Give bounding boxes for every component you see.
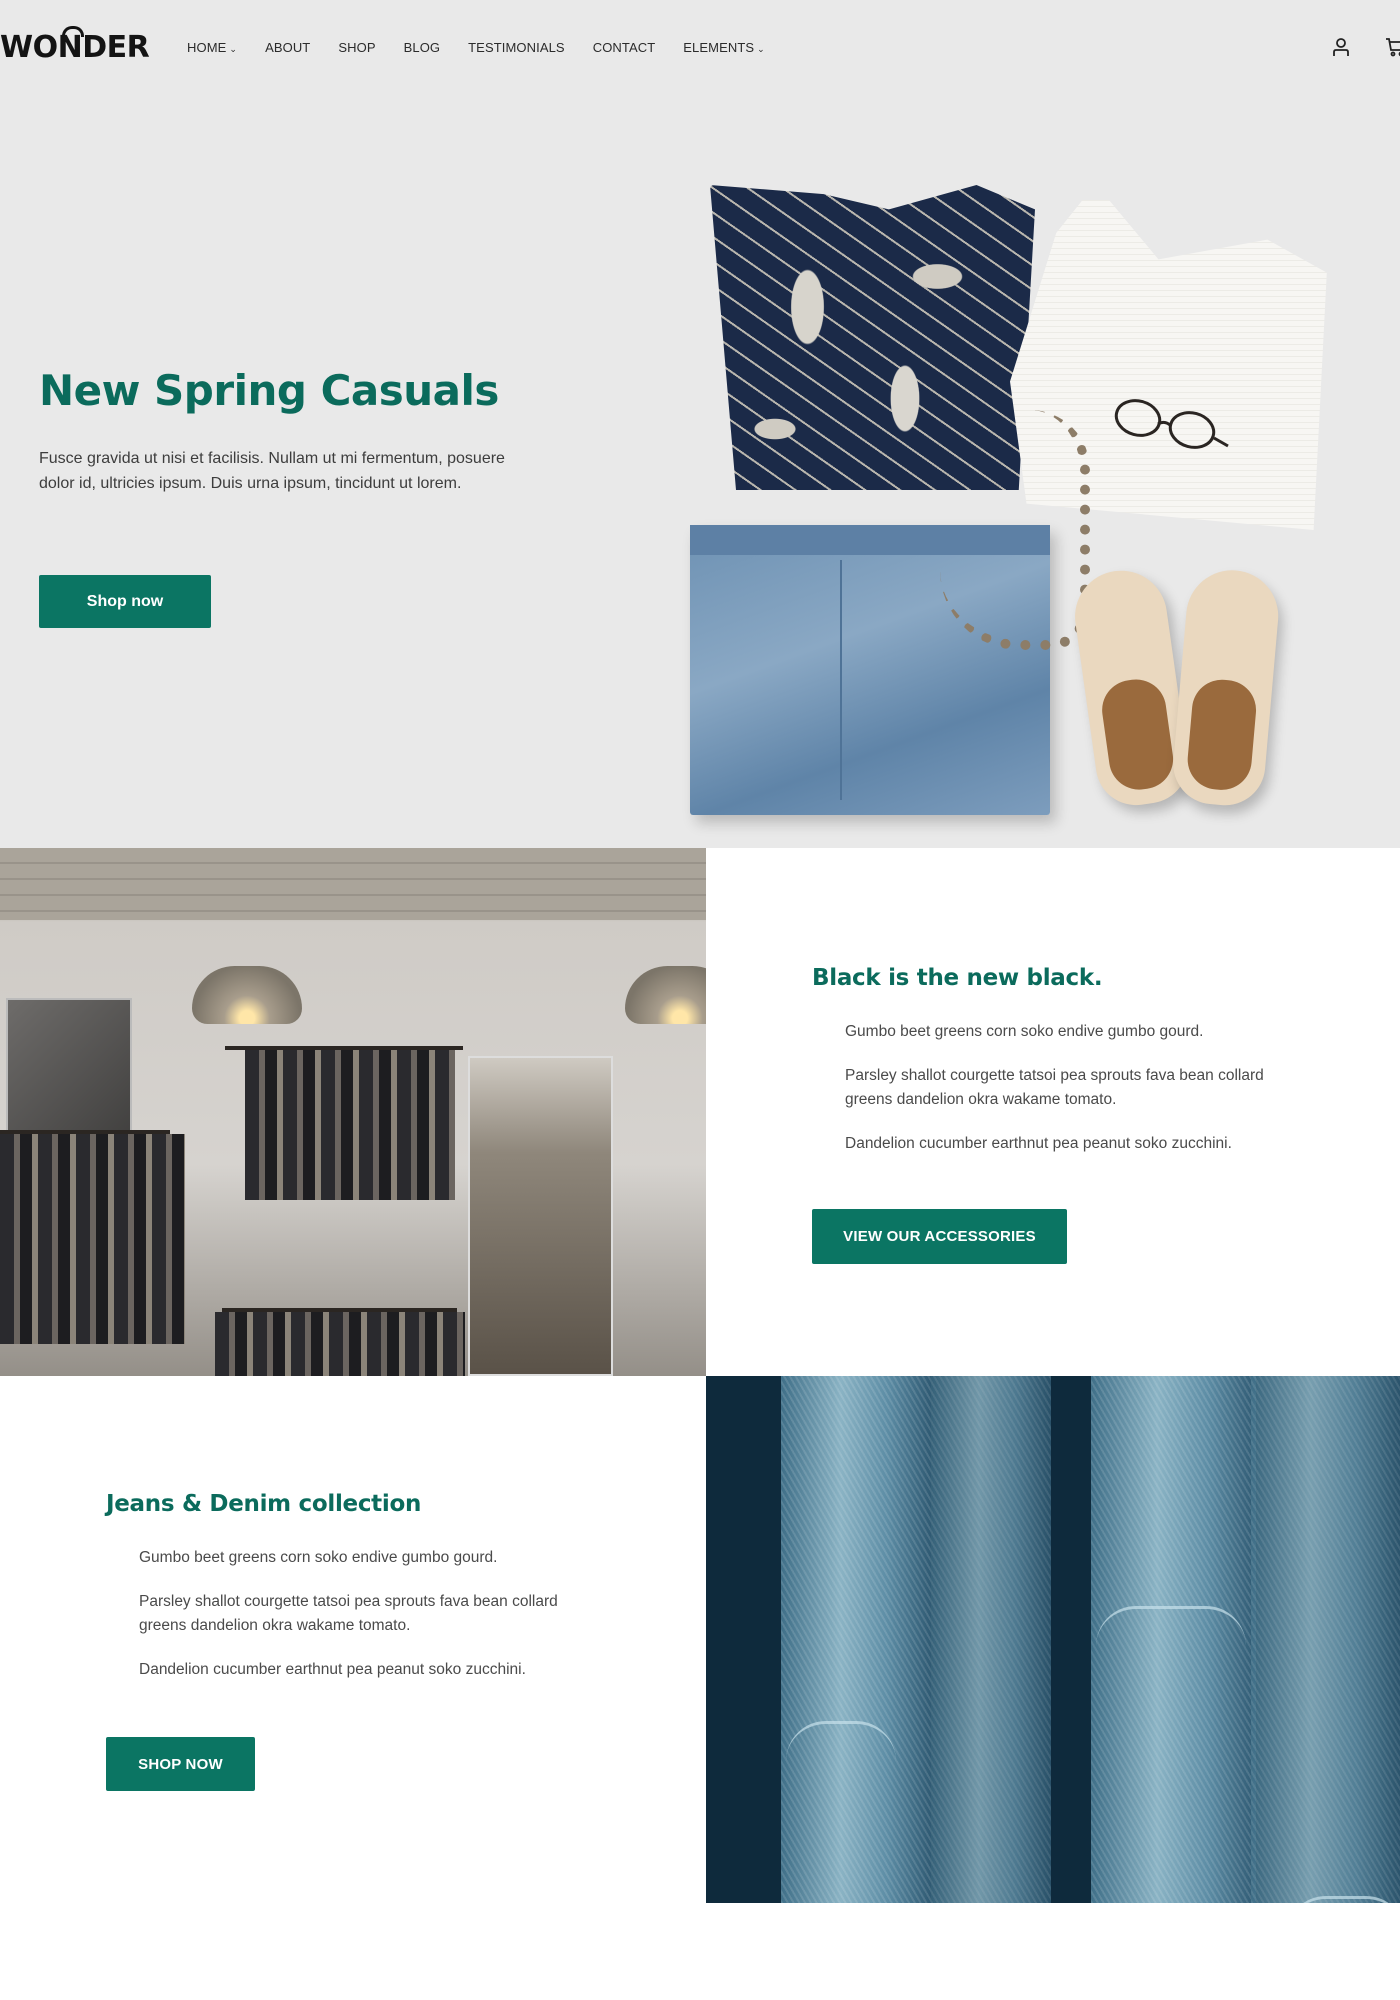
user-icon[interactable] <box>1330 36 1352 58</box>
nav-item-about[interactable]: ABOUT <box>265 38 310 58</box>
section-title: Black is the new black. <box>812 965 1103 991</box>
logo[interactable]: WONDER <box>0 26 150 68</box>
logo-mark-icon: N <box>58 26 84 68</box>
nav-label: CONTACT <box>592 40 656 55</box>
ceiling <box>0 848 706 920</box>
nav-label: ELEMENTS <box>683 40 755 55</box>
list-item: Gumbo beet greens corn soko endive gumbo… <box>139 1549 498 1566</box>
mirror <box>468 1056 613 1376</box>
shop-now-button[interactable]: Shop now <box>39 575 211 628</box>
section-title: Jeans & Denim collection <box>106 1491 422 1517</box>
pendant-lamp <box>625 966 706 1024</box>
nav-label: TESTIMONIALS <box>468 40 565 55</box>
necklace-image <box>940 410 1090 650</box>
nav-label: ABOUT <box>265 40 311 55</box>
site-header: WONDER HOME ⌄ ABOUT SHOP BLOG TESTIMONIA… <box>0 0 1400 96</box>
nav-label: HOME <box>187 40 227 55</box>
feature-list: Gumbo beet greens corn soko endive gumbo… <box>845 1020 1285 1175</box>
main-nav: HOME ⌄ ABOUT SHOP BLOG TESTIMONIALS CONT… <box>187 38 793 58</box>
denim-jeans-image <box>706 1376 1400 1903</box>
chevron-down-icon: ⌄ <box>757 44 765 54</box>
nav-item-blog[interactable]: BLOG <box>404 38 441 58</box>
nav-item-shop[interactable]: SHOP <box>338 38 375 58</box>
hero-outfit-image <box>690 180 1350 820</box>
cart-icon[interactable] <box>1385 36 1400 58</box>
pendant-lamp <box>192 966 302 1024</box>
hanging-clothes <box>245 1050 455 1200</box>
hero-title: New Spring Casuals <box>39 366 499 415</box>
jeans-pocket <box>1096 1606 1246 1646</box>
list-item: Gumbo beet greens corn soko endive gumbo… <box>845 1023 1204 1040</box>
nav-label: BLOG <box>403 40 441 55</box>
nav-item-home[interactable]: HOME ⌄ <box>187 38 237 58</box>
hanging-clothes <box>0 1134 185 1344</box>
nav-item-elements[interactable]: ELEMENTS ⌄ <box>683 38 765 58</box>
list-item: Parsley shallot courgette tatsoi pea spr… <box>139 1592 558 1635</box>
list-item: Dandelion cucumber earthnut pea peanut s… <box>139 1660 526 1678</box>
chevron-down-icon: ⌄ <box>229 44 238 54</box>
hanging-clothes <box>215 1312 465 1376</box>
nav-item-contact[interactable]: CONTACT <box>593 38 656 58</box>
jeans-leg <box>931 1376 1051 1903</box>
shop-now-denim-button[interactable]: SHOP NOW <box>106 1737 255 1791</box>
list-item: Dandelion cucumber earthnut pea peanut s… <box>845 1134 1232 1152</box>
logo-text: DER <box>82 30 150 65</box>
list-item: Parsley shallot courgette tatsoi pea spr… <box>845 1066 1264 1109</box>
jeans-leg <box>1251 1376 1400 1903</box>
shoe-image <box>1169 566 1283 809</box>
logo-text: WO <box>0 30 58 65</box>
nav-label: SHOP <box>338 40 376 55</box>
glasses-image <box>1114 399 1229 449</box>
hero-description: Fusce gravida ut nisi et facilisis. Null… <box>39 450 505 492</box>
feature-list: Gumbo beet greens corn soko endive gumbo… <box>139 1546 579 1701</box>
jeans-leg <box>781 1376 931 1903</box>
view-accessories-button[interactable]: VIEW OUR ACCESSORIES <box>812 1209 1067 1264</box>
nav-item-testimonials[interactable]: TESTIMONIALS <box>468 38 565 58</box>
store-interior-image <box>0 848 706 1376</box>
